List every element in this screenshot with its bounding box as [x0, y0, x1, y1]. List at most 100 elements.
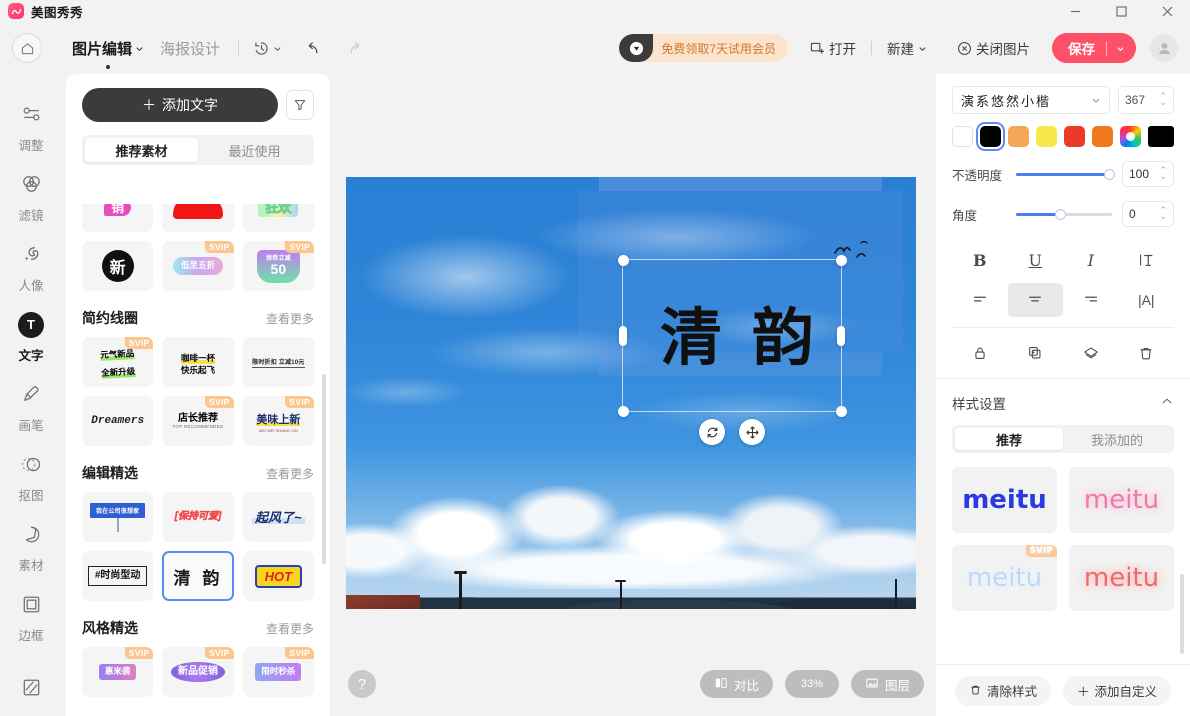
font-size-input[interactable]: 367 ⌃ ⌄ — [1118, 86, 1174, 114]
color-swatch-red[interactable] — [1064, 126, 1085, 147]
open-image-button[interactable]: 打开 — [804, 38, 862, 58]
sidebar-item-frame[interactable]: 边框 — [0, 582, 62, 652]
minimize-icon[interactable] — [1052, 0, 1098, 22]
maximize-icon[interactable] — [1098, 0, 1144, 22]
material-item[interactable]: 我在公司很想家 — [82, 492, 154, 542]
align-right-icon[interactable] — [1063, 283, 1119, 317]
sidebar-item-sticker[interactable]: 素材 — [0, 512, 62, 582]
undo-arrow-icon[interactable] — [300, 39, 327, 58]
letter-spacing-button[interactable]: |A| — [1119, 283, 1175, 317]
angle-slider[interactable] — [1016, 208, 1112, 220]
material-item[interactable]: Dreamers — [82, 396, 154, 446]
material-item[interactable]: 狂欢 — [242, 204, 314, 232]
opacity-stepper[interactable]: ⌃ ⌄ — [1159, 166, 1167, 180]
text-selection-box[interactable] — [617, 254, 847, 417]
copy-plus-icon[interactable] — [1008, 336, 1064, 370]
compare-button[interactable]: 对比 — [699, 670, 773, 698]
current-color-preview[interactable] — [1148, 126, 1174, 147]
material-item[interactable]: SVIP 领券立减 50 — [242, 241, 314, 291]
tab-recommended-styles[interactable]: 推荐 — [955, 428, 1063, 450]
material-item[interactable]: HOT — [162, 204, 234, 232]
trash-icon[interactable] — [1119, 336, 1175, 370]
add-text-button[interactable]: ＋ 添加文字 — [82, 88, 278, 122]
user-avatar-icon[interactable] — [1150, 34, 1178, 62]
material-item[interactable]: 限时折扣 立减10元 — [242, 337, 314, 387]
material-item[interactable]: SVIP 低至五折 — [162, 241, 234, 291]
font-family-select[interactable]: 演系悠然小楷 — [952, 86, 1110, 114]
material-item[interactable]: #时尚型动 — [82, 551, 154, 601]
color-swatch-yellow[interactable] — [1036, 126, 1057, 147]
section-more-link[interactable]: 查看更多 — [266, 620, 314, 637]
materials-scroll-area[interactable]: 销 HOT 狂欢 新 SVIP 低至五折 SVIP 领券立减 50 简约线圈 查… — [66, 204, 330, 716]
material-item[interactable]: SVIP 惠来袭 — [82, 647, 154, 697]
resize-handle-right[interactable] — [837, 326, 845, 346]
clear-style-button[interactable]: 清除样式 — [954, 675, 1051, 706]
opacity-input[interactable]: 100 ⌃ ⌄ — [1122, 161, 1174, 187]
tab-recent-used[interactable]: 最近使用 — [198, 138, 311, 162]
style-card[interactable]: SVIP meitu — [952, 545, 1057, 611]
resize-handle-bottom-right[interactable] — [835, 405, 847, 417]
add-custom-style-button[interactable]: ＋ 添加自定义 — [1062, 675, 1172, 706]
italic-button[interactable]: I — [1063, 243, 1119, 277]
vertical-text-button[interactable] — [1119, 243, 1175, 277]
rotate-icon[interactable] — [699, 419, 725, 445]
material-item[interactable]: 起风了~ — [242, 492, 314, 542]
sidebar-item-text[interactable]: T 文字 — [0, 302, 62, 372]
angle-slider-knob[interactable] — [1055, 208, 1067, 220]
lock-icon[interactable] — [952, 336, 1008, 370]
color-wheel-icon[interactable] — [1120, 126, 1141, 147]
close-image-button[interactable]: 关闭图片 — [951, 38, 1036, 58]
opacity-slider-knob[interactable] — [1104, 168, 1115, 180]
sidebar-item-brush[interactable]: 画笔 — [0, 372, 62, 442]
resize-handle-left[interactable] — [619, 326, 627, 346]
funnel-icon[interactable] — [286, 90, 314, 120]
new-file-button[interactable]: 新建 — [881, 38, 933, 58]
save-button[interactable]: 保存 — [1052, 33, 1136, 63]
color-swatch-orange[interactable] — [1092, 126, 1113, 147]
sidebar-item-filter[interactable]: 滤镜 — [0, 162, 62, 232]
materials-scrollbar[interactable] — [322, 374, 326, 564]
material-item[interactable]: 咖啡一杯 快乐起飞 — [162, 337, 234, 387]
material-item[interactable]: SVIP 店长推荐 TOP RECOMMENDED — [162, 396, 234, 446]
chevron-up-icon[interactable] — [1160, 394, 1174, 413]
material-item[interactable]: 销 — [82, 204, 154, 232]
material-item[interactable]: 新 — [82, 241, 154, 291]
bold-button[interactable]: B — [952, 243, 1008, 277]
trial-member-banner[interactable]: 免费领取7天试用会员 — [619, 34, 788, 62]
angle-input[interactable]: 0 ⌃ ⌄ — [1122, 201, 1174, 227]
image-canvas[interactable]: 清 韵 — [346, 177, 916, 609]
save-dropdown-chevron-down-icon[interactable] — [1107, 44, 1136, 53]
tab-recommended-materials[interactable]: 推荐素材 — [85, 138, 198, 162]
help-button[interactable]: ? — [348, 670, 376, 698]
color-swatch-light-orange[interactable] — [1008, 126, 1029, 147]
sidebar-item-adjust[interactable]: 调整 — [0, 92, 62, 162]
section-more-link[interactable]: 查看更多 — [266, 310, 314, 327]
sidebar-item-cutout[interactable]: 抠图 — [0, 442, 62, 512]
angle-stepper[interactable]: ⌃ ⌄ — [1159, 206, 1167, 220]
move-icon[interactable] — [739, 419, 765, 445]
home-icon[interactable] — [12, 33, 42, 63]
layers-button[interactable]: 图层 — [850, 670, 924, 698]
history-clock-icon[interactable] — [249, 40, 286, 57]
material-item[interactable]: SVIP 美味上新 MEI WEI SHANG XIN — [242, 396, 314, 446]
color-swatch-white[interactable] — [952, 126, 973, 147]
material-item[interactable]: SVIP 新品促销 — [162, 647, 234, 697]
resize-handle-bottom-left[interactable] — [617, 405, 629, 417]
tab-my-styles[interactable]: 我添加的 — [1063, 428, 1171, 450]
tab-image-edit[interactable]: 图片编辑 — [64, 38, 152, 69]
material-item[interactable]: SVIP 限时秒杀 — [242, 647, 314, 697]
resize-handle-top-left[interactable] — [617, 254, 629, 266]
align-left-icon[interactable] — [952, 283, 1008, 317]
tab-poster-design[interactable]: 海报设计 — [152, 38, 228, 59]
style-section-header[interactable]: 样式设置 — [936, 379, 1190, 413]
sidebar-item-texture[interactable] — [0, 652, 62, 716]
underline-button[interactable]: U — [1008, 243, 1064, 277]
layers-icon[interactable] — [1063, 336, 1119, 370]
style-scrollbar[interactable] — [1180, 574, 1184, 654]
style-card[interactable]: meitu — [1069, 467, 1174, 533]
color-swatch-black[interactable] — [976, 122, 1005, 151]
material-item[interactable]: HOT — [242, 551, 314, 601]
redo-arrow-icon[interactable] — [341, 39, 368, 58]
material-item[interactable]: [保持可爱] — [162, 492, 234, 542]
close-icon[interactable] — [1144, 0, 1190, 22]
